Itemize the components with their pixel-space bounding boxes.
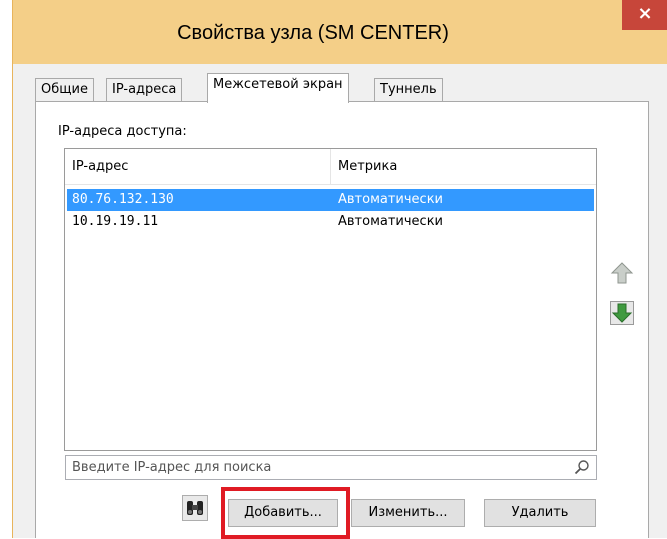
row-ip: 10.19.19.11 bbox=[72, 214, 159, 229]
firewall-panel: IP-адреса доступа: IP-адрес Метрика 80.7… bbox=[35, 101, 649, 539]
list-header: IP-адрес Метрика bbox=[65, 149, 596, 185]
find-button[interactable] bbox=[182, 495, 208, 521]
move-down-button[interactable] bbox=[610, 301, 634, 325]
row-ip: 80.76.132.130 bbox=[72, 192, 174, 207]
annotation-highlight bbox=[221, 487, 350, 539]
tab-firewall[interactable]: Межсетевой экран bbox=[207, 73, 349, 103]
binoculars-icon bbox=[187, 501, 203, 515]
close-button[interactable]: × bbox=[622, 0, 667, 30]
column-header-ip[interactable]: IP-адрес bbox=[65, 149, 331, 185]
tab-tunnel[interactable]: Туннель bbox=[374, 78, 443, 102]
column-header-metric[interactable]: Метрика bbox=[331, 149, 596, 185]
magnifier-icon[interactable] bbox=[574, 459, 590, 475]
search-input[interactable] bbox=[66, 456, 566, 479]
search-box bbox=[65, 455, 597, 480]
tab-strip: Общие IP-адреса Межсетевой экран Туннель bbox=[35, 73, 635, 103]
arrow-down-icon bbox=[610, 301, 634, 325]
move-up-button[interactable] bbox=[610, 261, 634, 285]
window-title: Свойства узла (SM CENTER) bbox=[177, 22, 449, 44]
tab-ip-addresses[interactable]: IP-адреса bbox=[106, 78, 183, 102]
title-bar[interactable]: Свойства узла (SM CENTER) × bbox=[13, 0, 667, 64]
row-metric: Автоматически bbox=[338, 214, 444, 229]
delete-button[interactable]: Удалить bbox=[484, 499, 596, 527]
tab-general[interactable]: Общие bbox=[35, 78, 94, 102]
row-metric: Автоматически bbox=[338, 192, 444, 207]
table-row[interactable]: 80.76.132.130 Автоматически bbox=[67, 189, 594, 211]
close-icon: × bbox=[637, 3, 653, 24]
table-row[interactable]: 10.19.19.11 Автоматически bbox=[67, 211, 594, 233]
arrow-up-icon bbox=[610, 262, 634, 284]
ip-address-list[interactable]: IP-адрес Метрика 80.76.132.130 Автоматич… bbox=[64, 148, 597, 451]
access-addresses-label: IP-адреса доступа: bbox=[58, 124, 187, 139]
properties-dialog: Свойства узла (SM CENTER) × Общие IP-адр… bbox=[12, 0, 667, 539]
edit-button[interactable]: Изменить... bbox=[351, 499, 465, 527]
